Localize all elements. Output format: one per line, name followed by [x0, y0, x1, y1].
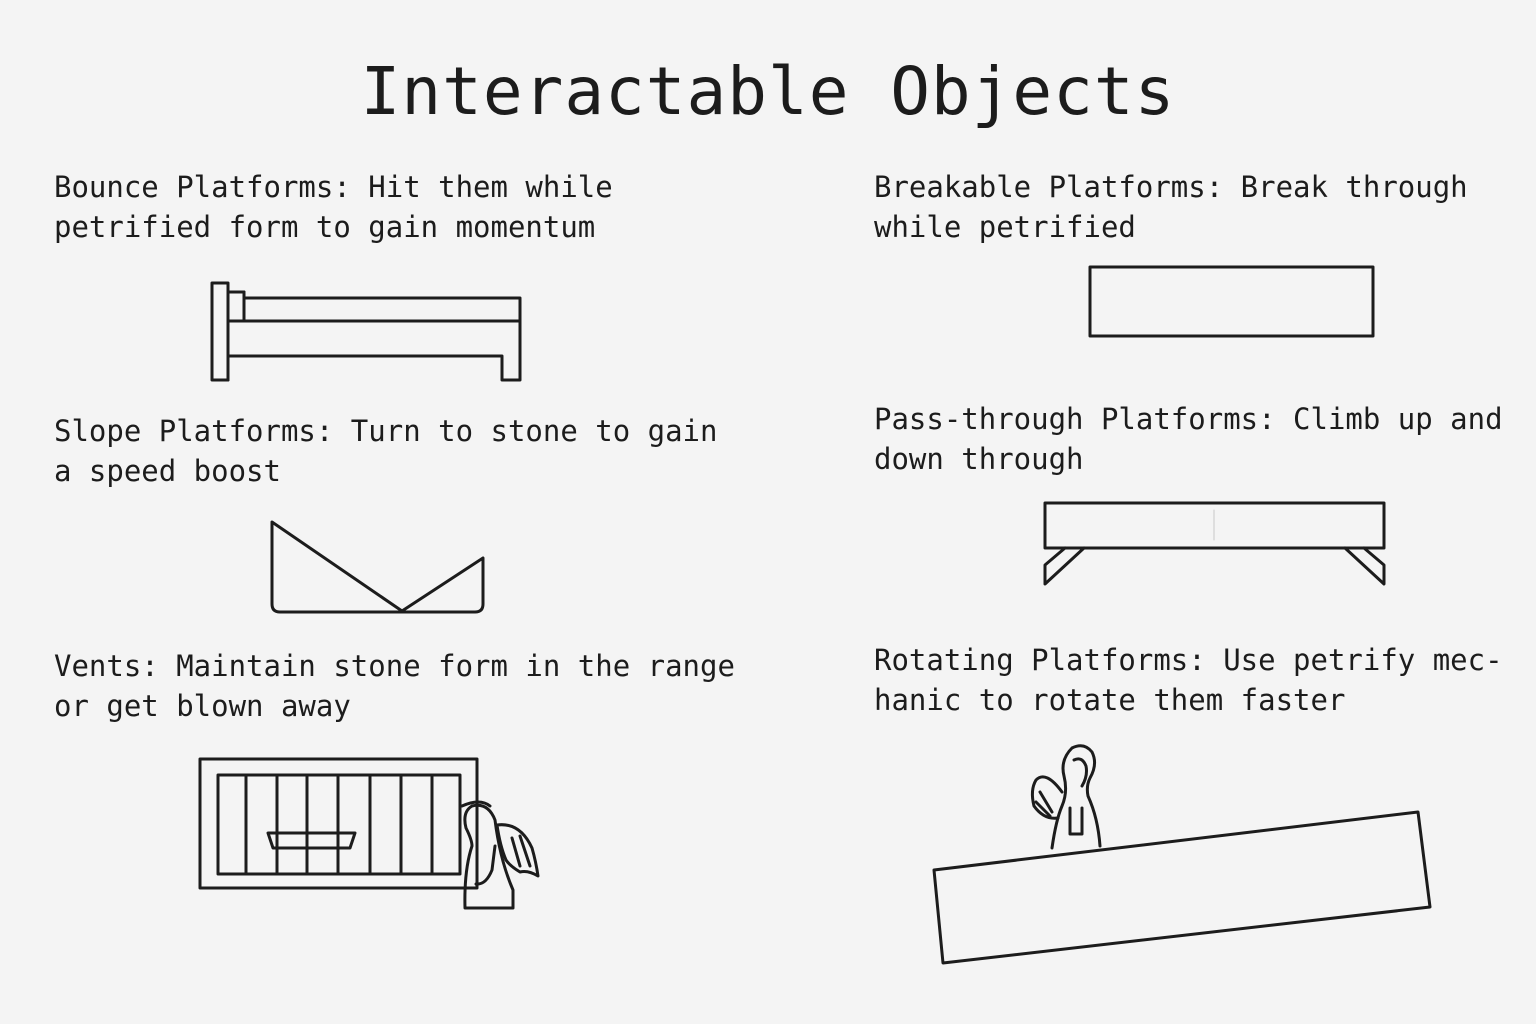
breakable-platform-icon — [1088, 265, 1375, 338]
vent-grate-icon — [198, 757, 479, 890]
bounce-platform-icon — [210, 281, 522, 382]
rotating-platform-icon — [932, 810, 1432, 965]
illustrations — [198, 265, 1432, 965]
slope-platform-icon — [270, 520, 485, 614]
angel-statue-icon — [460, 800, 540, 910]
angel-statue-rotating-icon — [1030, 744, 1102, 850]
pass-through-platform-icon — [1043, 501, 1386, 586]
